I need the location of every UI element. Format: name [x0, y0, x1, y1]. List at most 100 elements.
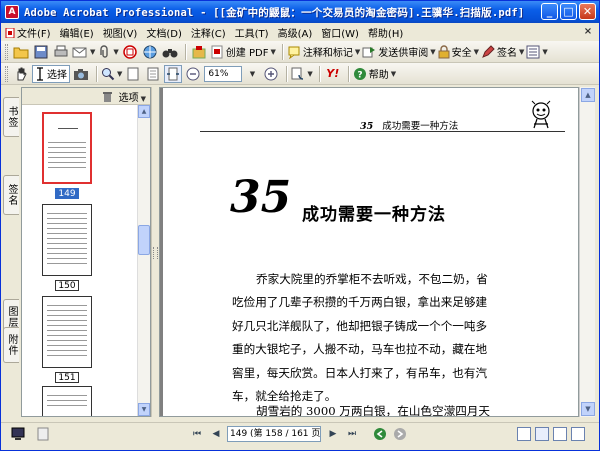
- monitor-icon[interactable]: [11, 427, 25, 441]
- close-window-button[interactable]: ✕: [579, 3, 596, 20]
- sign-button[interactable]: 签名 ▼: [481, 43, 524, 61]
- help-icon: ?: [353, 67, 366, 80]
- tab-bookmarks[interactable]: 书签: [3, 97, 19, 137]
- text-line: 窖里，每天欣赏。日本人打来了，有吊车，也有汽: [232, 365, 488, 380]
- toolbar-grip[interactable]: [5, 43, 8, 60]
- title-bar[interactable]: A Adobe Acrobat Professional - [[金矿中的鼹鼠：…: [1, 1, 599, 23]
- fit-width-button[interactable]: [164, 64, 183, 83]
- scrollbar-thumb[interactable]: [138, 225, 150, 255]
- toolbar-grip[interactable]: [5, 65, 8, 82]
- thumbnail-text-line: [47, 395, 87, 396]
- last-page-button[interactable]: ⏭: [344, 426, 360, 442]
- snapshot-button[interactable]: [72, 65, 90, 83]
- options-menu[interactable]: 选项 ▼: [119, 89, 146, 104]
- scroll-down-icon[interactable]: ▼: [581, 402, 595, 416]
- window-title: Adobe Acrobat Professional - [[金矿中的鼹鼠：一个…: [24, 6, 525, 19]
- page-thumbnail[interactable]: [42, 204, 92, 276]
- zoom-dropdown[interactable]: ▼: [242, 65, 260, 83]
- thumbnail-text-line: [47, 340, 87, 341]
- create-pdf-button[interactable]: 创建 PDF ▼: [210, 43, 276, 61]
- minimize-button[interactable]: _: [541, 3, 558, 20]
- scroll-up-icon[interactable]: ▲: [581, 88, 595, 102]
- fit-page-button[interactable]: [144, 65, 162, 83]
- facing-view-button[interactable]: [553, 426, 567, 441]
- menu-edit[interactable]: 编辑(E): [60, 25, 94, 40]
- previous-page-button[interactable]: ◀: [208, 426, 224, 442]
- thumbnail-text-line: [47, 315, 87, 316]
- organizer-icon: [192, 45, 206, 58]
- zoom-level-input[interactable]: 61%: [204, 65, 243, 82]
- menu-tools[interactable]: 工具(T): [235, 25, 269, 40]
- zoom-in-button[interactable]: [262, 65, 280, 83]
- search-button[interactable]: [161, 43, 179, 61]
- continuous-facing-view-button[interactable]: [571, 426, 585, 441]
- menu-view[interactable]: 视图(V): [103, 25, 138, 40]
- open-button[interactable]: [12, 43, 30, 61]
- zoom-tool-button[interactable]: ▼: [101, 65, 122, 83]
- file-toolbar: ▼ ▼ 创建 PDF ▼ 注释和标记 ▼ 发送供审阅 ▼ 安全 ▼ 签名 ▼ ▼: [1, 41, 599, 63]
- acrobat-app-icon[interactable]: A: [5, 5, 19, 19]
- tab-attachments[interactable]: 附件: [3, 327, 19, 363]
- yahoo-button[interactable]: Y!: [324, 65, 342, 83]
- trash-icon[interactable]: [102, 91, 113, 102]
- scroll-up-icon[interactable]: ▲: [138, 105, 150, 118]
- tab-signatures[interactable]: 签名: [3, 175, 19, 215]
- continuous-view-button[interactable]: [535, 426, 549, 441]
- stamp-button[interactable]: [121, 43, 139, 61]
- body-paragraph: 胡雪岩的 3000 万两白银，在山色空濛四月天: [232, 400, 532, 416]
- document-view[interactable]: 35 成功需要一种方法 35 成功需要一种方法 乔家大院里的乔掌柜不去听戏，不包…: [159, 87, 579, 417]
- panel-splitter[interactable]: [151, 87, 159, 417]
- next-page-button[interactable]: ▶: [325, 426, 341, 442]
- navigation-tabs: 书签 签名 图层 附件: [1, 87, 21, 417]
- secure-button[interactable]: 安全 ▼: [438, 43, 479, 61]
- document-scrollbar[interactable]: ▲ ▼: [579, 87, 595, 417]
- rotate-view-button[interactable]: ▼: [291, 65, 313, 83]
- thumbnail-text-line: [47, 243, 87, 244]
- organizer-button[interactable]: [190, 43, 208, 61]
- app-window: A Adobe Acrobat Professional - [[金矿中的鼹鼠：…: [0, 0, 600, 451]
- go-back-icon[interactable]: [373, 427, 387, 441]
- web-button[interactable]: [141, 43, 159, 61]
- body-paragraph: 乔家大院里的乔掌柜不去听戏，不包二奶，省 吃俭用了几辈子积攒的千万两白银，拿出来…: [232, 268, 532, 408]
- save-button[interactable]: [32, 43, 50, 61]
- menu-help[interactable]: 帮助(H): [368, 25, 403, 40]
- status-bar: ⏮ ◀ 149 (第 158 / 161 页) ▶ ⏭: [1, 422, 599, 444]
- page-thumbnail[interactable]: [42, 386, 92, 416]
- close-document-button[interactable]: ×: [582, 26, 594, 38]
- thumbnails-scrollbar[interactable]: ▲ ▼: [137, 105, 150, 416]
- review-comment-button[interactable]: 注释和标记 ▼: [287, 43, 360, 61]
- comment-icon: [288, 46, 300, 59]
- thumbnail-text-line: [48, 142, 86, 143]
- thumbnail-page-label: 151: [55, 372, 79, 383]
- menu-document[interactable]: 文档(D): [146, 25, 182, 40]
- thumbnail-text-line: [47, 405, 87, 406]
- menu-file-label: 文件(F): [17, 28, 51, 40]
- page-thumbnail[interactable]: [42, 296, 92, 368]
- svg-text:?: ?: [357, 70, 362, 80]
- document-properties-icon[interactable]: [37, 427, 49, 441]
- hand-tool-button[interactable]: [12, 65, 30, 83]
- go-forward-icon[interactable]: [393, 427, 407, 441]
- splitter-grip: [153, 247, 158, 259]
- page-thumbnail[interactable]: [42, 112, 92, 184]
- actual-size-button[interactable]: [124, 65, 142, 83]
- menu-window[interactable]: 窗口(W): [321, 25, 359, 40]
- send-review-button[interactable]: 发送供审阅 ▼: [362, 43, 436, 61]
- zoom-out-button[interactable]: [184, 65, 202, 83]
- scroll-down-icon[interactable]: ▼: [138, 403, 150, 416]
- dropdown-arrow-icon: ▼: [542, 47, 548, 56]
- menu-advanced[interactable]: 高级(A): [278, 25, 313, 40]
- menu-comments[interactable]: 注释(C): [191, 25, 226, 40]
- forms-button[interactable]: ▼: [526, 43, 548, 61]
- page-number-input[interactable]: 149 (第 158 / 161 页): [227, 425, 321, 442]
- thumbnail-text-line: [47, 233, 87, 234]
- single-page-view-button[interactable]: [517, 426, 531, 441]
- menu-file[interactable]: 文件(F): [5, 25, 51, 40]
- select-tool-button[interactable]: 选择: [32, 64, 70, 83]
- print-button[interactable]: [52, 43, 70, 61]
- attach-button[interactable]: ▼: [97, 43, 119, 61]
- help-button[interactable]: ? 帮助 ▼: [353, 65, 396, 83]
- email-button[interactable]: ▼: [72, 43, 95, 61]
- first-page-button[interactable]: ⏮: [189, 426, 205, 442]
- maximize-button[interactable]: □: [560, 3, 577, 20]
